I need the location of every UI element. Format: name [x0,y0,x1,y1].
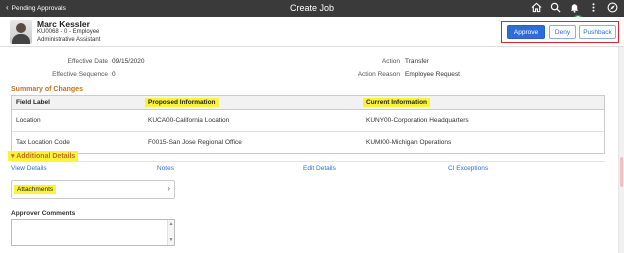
details-links: View Details Notes Edit Details CI Excep… [11,165,605,175]
employee-name: Marc Kessler [37,19,90,29]
effective-date-label: Effective Date [67,58,108,65]
avatar [10,20,32,44]
effective-sequence-value: 0 [112,71,116,78]
summary-table: Field Label Proposed Information Current… [11,95,605,154]
page-scrollbar-thumb[interactable] [620,157,623,187]
search-icon[interactable] [549,2,561,14]
header-current-information: Current Information [363,98,431,107]
effective-date-value: 09/15/2020 [112,58,145,65]
effective-sequence-label: Effective Sequence [52,71,108,78]
divider [11,161,605,162]
top-bar: ‹ Pending Approvals Create Job 0 [0,0,624,27]
compass-icon[interactable] [606,2,618,14]
attachments-row[interactable]: Attachments › [11,180,175,199]
action-reason-label: Action Reason [357,71,400,78]
edit-details-link[interactable]: Edit Details [303,165,336,172]
approver-comments-label: Approver Comments [11,210,76,217]
notes-link[interactable]: Notes [157,165,174,172]
menu-icon[interactable] [587,2,599,14]
table-row: Tax Location Code F0015-San Jose Regiona… [12,132,604,154]
additional-details-toggle[interactable]: ▾ Additional Details [8,151,79,161]
action-label: Action [381,58,400,65]
pushback-button[interactable]: Pushback [579,25,616,39]
row-proposed-value: KUCA00-California Location [148,117,230,124]
header-proposed-information: Proposed Information [145,98,219,107]
ci-exceptions-link[interactable]: CI Exceptions [448,165,488,172]
row-proposed-value: F0015-San Jose Regional Office [148,139,242,146]
attachments-label: Attachments [14,185,57,194]
textarea-scrollbar[interactable]: ▲ ▼ [167,220,174,245]
chevron-right-icon: › [167,184,170,193]
summary-title: Summary of Changes [11,86,83,93]
row-current-value: KUNY00-Corporation Headquarters [366,117,469,124]
employee-id: KU0068 - 0 - Employee [37,29,100,35]
summary-table-header: Field Label Proposed Information Current… [12,96,604,110]
approve-button[interactable]: Approve [507,25,545,39]
bell-icon[interactable]: 0 [568,2,584,27]
deny-button[interactable]: Deny [549,25,576,39]
action-value: Transfer [405,58,429,65]
row-current-value: KUMI00-Michigan Operations [366,139,452,146]
additional-details-title: Additional Details [16,153,76,160]
view-details-link[interactable]: View Details [11,165,47,172]
page-scrollbar[interactable] [618,47,624,253]
employee-job-title: Administrative Assistant [37,37,101,43]
approver-comments-input[interactable]: ▲ ▼ [11,219,175,246]
action-reason-value: Employee Request [405,71,460,78]
caret-down-icon: ▾ [11,153,15,160]
home-icon[interactable] [530,2,542,14]
action-buttons-group: Approve Deny Pushback [501,21,619,43]
table-row: Location KUCA00-California Location KUNY… [12,110,604,132]
row-field-label: Tax Location Code [16,139,70,146]
row-field-label: Location [16,117,41,124]
header-field-label: Field Label [16,99,50,106]
